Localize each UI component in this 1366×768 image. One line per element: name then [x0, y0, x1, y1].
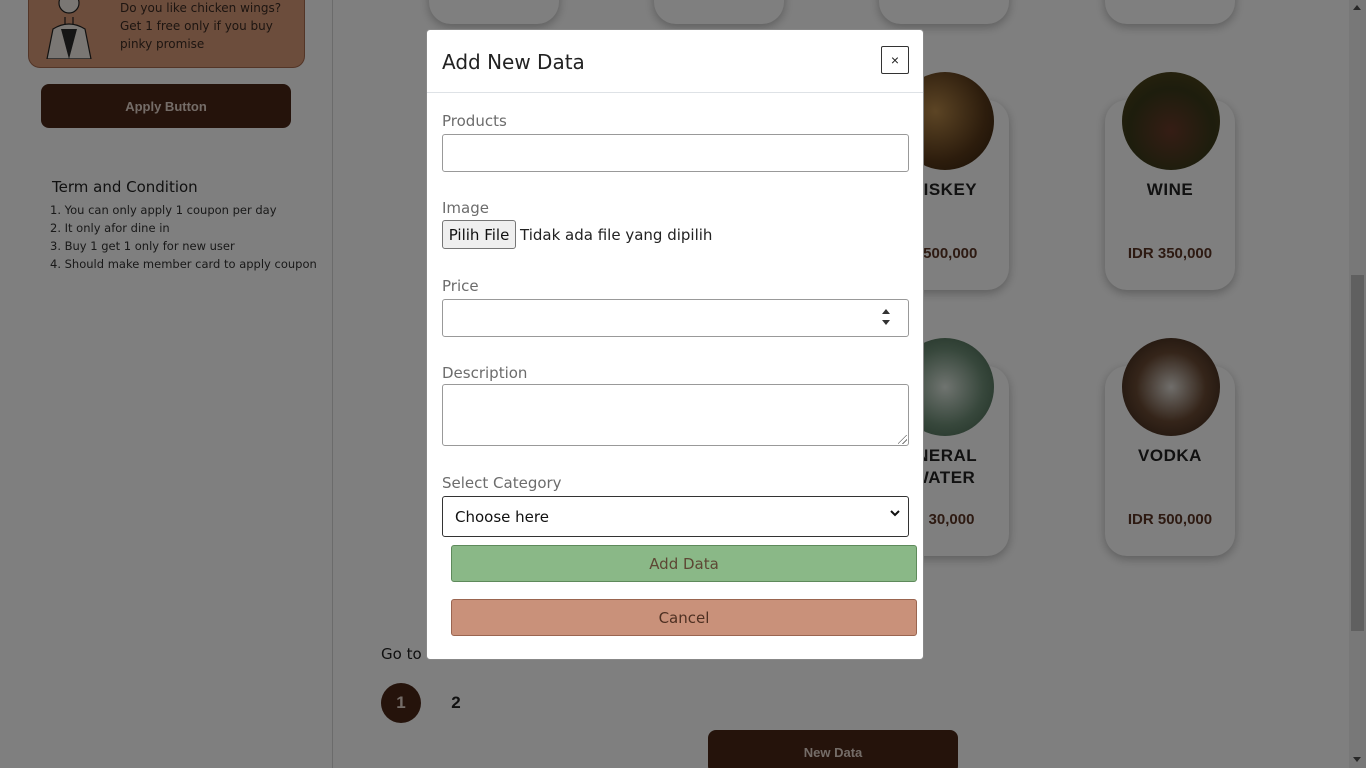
category-selected-value: Choose here	[455, 508, 549, 526]
price-label: Price	[442, 277, 479, 295]
spin-up-icon[interactable]	[882, 309, 890, 314]
description-label: Description	[442, 364, 528, 382]
add-data-modal: Add New Data × Products Image Pilih File…	[426, 29, 924, 660]
file-status-text: Tidak ada file yang dipilih	[520, 226, 713, 244]
close-icon[interactable]: ×	[881, 46, 909, 74]
price-input[interactable]	[442, 299, 909, 337]
spin-down-icon[interactable]	[882, 320, 890, 325]
cancel-button[interactable]: Cancel	[451, 599, 917, 636]
resize-grip-icon[interactable]	[898, 435, 907, 444]
number-spinner-icon[interactable]	[880, 307, 892, 329]
category-label: Select Category	[442, 474, 562, 492]
modal-header: Add New Data ×	[427, 30, 923, 93]
modal-title: Add New Data	[442, 50, 585, 74]
image-label: Image	[442, 199, 489, 217]
products-input[interactable]	[442, 134, 909, 172]
chevron-down-icon	[890, 510, 900, 517]
products-label: Products	[442, 112, 507, 130]
choose-file-button[interactable]: Pilih File	[442, 220, 516, 249]
category-select[interactable]: Choose here	[442, 496, 909, 537]
add-data-button[interactable]: Add Data	[451, 545, 917, 582]
description-textarea[interactable]	[442, 384, 909, 446]
